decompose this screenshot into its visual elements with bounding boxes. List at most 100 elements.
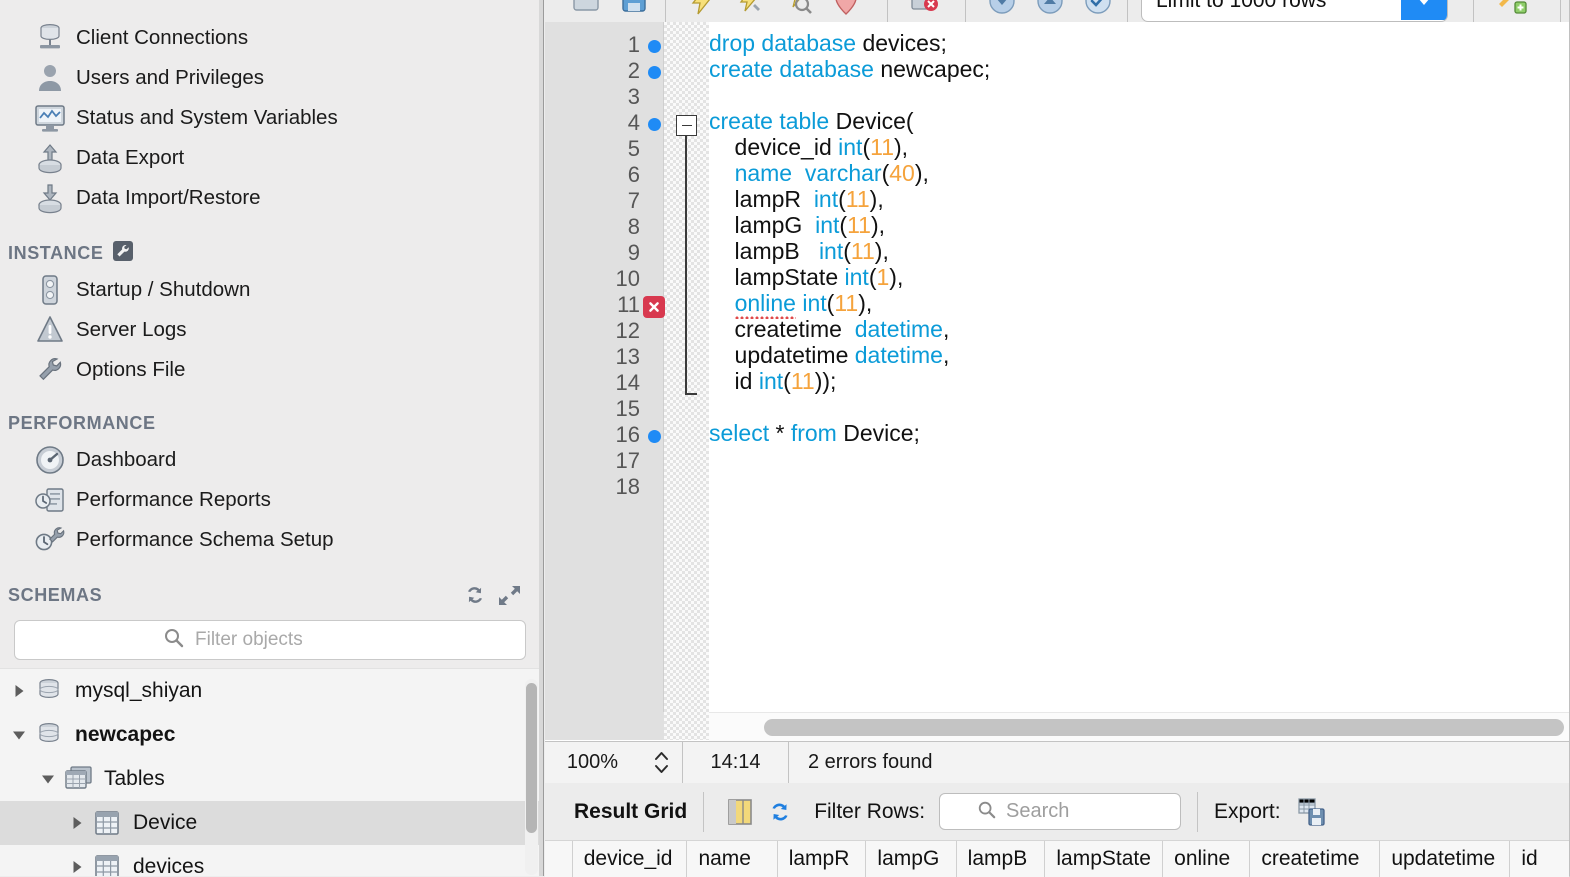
table-icon <box>90 809 124 837</box>
explain-button[interactable] <box>781 0 815 18</box>
commit-button[interactable] <box>985 0 1019 18</box>
code-token: int <box>802 290 827 316</box>
filter-objects-box[interactable] <box>14 620 526 660</box>
refresh-icon[interactable] <box>760 798 800 826</box>
code-token: int <box>818 238 844 264</box>
code-token: ), <box>869 186 884 212</box>
wand-plus-icon[interactable] <box>1495 0 1529 18</box>
error-marker-icon[interactable] <box>643 296 665 318</box>
filter-rows-label: Filter Rows: <box>814 799 926 823</box>
line-number: 8 <box>627 214 640 239</box>
code-line: lampG int(11), <box>709 212 885 239</box>
traffic-light-icon <box>30 273 70 307</box>
code-token: newcapec; <box>880 56 991 82</box>
sql-code-editor[interactable]: drop database devices; create database ne… <box>545 22 1570 712</box>
code-token: ( <box>862 134 871 160</box>
chevron-down-icon[interactable] <box>1401 0 1447 20</box>
line-number: 9 <box>627 240 640 265</box>
user-icon <box>30 61 70 95</box>
editor-horizontal-scrollbar-thumb[interactable] <box>764 719 1564 736</box>
chevron-down-icon[interactable] <box>6 726 32 744</box>
sidebar-item-label: Options File <box>76 358 186 381</box>
line-number: 12 <box>615 318 640 343</box>
grid-column-header[interactable]: createtime <box>1250 841 1381 877</box>
editor-code-area[interactable]: drop database devices; create database ne… <box>709 22 1570 712</box>
zoom-stepper[interactable] <box>640 751 682 774</box>
code-line: createtime datetime, <box>709 316 950 343</box>
editor-status-bar: 100% 14:14 2 errors found <box>545 741 1570 784</box>
sidebar-item-performance-schema-setup[interactable]: Performance Schema Setup <box>0 520 544 560</box>
sidebar-item-users-and-privileges[interactable]: Users and Privileges <box>0 58 544 98</box>
instance-item-list: Startup / Shutdown Server Logs Options Fil… <box>0 270 544 390</box>
chevron-right-icon[interactable] <box>64 858 90 876</box>
search-icon <box>163 627 184 653</box>
tree-item-label: devices <box>133 855 205 876</box>
sidebar-item-data-export[interactable]: Data Export <box>0 138 544 178</box>
sidebar-item-performance-reports[interactable]: Performance Reports <box>0 480 544 520</box>
tree-item-devices[interactable]: devices <box>0 845 544 876</box>
code-token: ( <box>843 238 851 264</box>
code-token: int <box>844 264 869 290</box>
chevron-right-icon[interactable] <box>6 682 32 700</box>
grid-column-header[interactable]: updatetime <box>1380 841 1511 877</box>
fold-collapse-button[interactable] <box>676 115 697 136</box>
grid-column-header[interactable]: id <box>1510 841 1570 877</box>
grid-column-header[interactable]: online <box>1163 841 1251 877</box>
execute-current-button[interactable] <box>733 0 767 18</box>
sidebar-item-options-file[interactable]: Options File <box>0 350 544 390</box>
grid-view-icon[interactable] <box>720 797 760 827</box>
filter-rows-input[interactable] <box>1004 799 1144 824</box>
warning-triangle-icon <box>30 313 70 347</box>
stop-button[interactable] <box>829 0 863 18</box>
sidebar-item-label: Performance Schema Setup <box>76 528 334 551</box>
rollback-button[interactable] <box>1033 0 1067 18</box>
performance-section-title: PERFORMANCE <box>8 412 156 433</box>
code-token: * <box>775 420 791 446</box>
wrench-badge-icon <box>112 240 134 267</box>
toggle-stop-on-error-button[interactable] <box>907 0 941 18</box>
expand-arrows-icon[interactable] <box>492 583 526 608</box>
export-label: Export: <box>1214 799 1281 823</box>
grid-column-header[interactable]: name <box>687 841 778 877</box>
schema-tree-scrollbar-thumb[interactable] <box>526 683 537 833</box>
grid-column-header[interactable]: device_id <box>573 841 688 877</box>
tree-item-label: Device <box>133 811 198 834</box>
sidebar-item-startup-shutdown[interactable]: Startup / Shutdown <box>0 270 544 310</box>
tree-item-newcapec[interactable]: newcapec <box>0 713 544 757</box>
code-token: name <box>734 160 793 186</box>
toolbar-group-stop-on-error <box>907 0 941 22</box>
grid-column-header[interactable]: lampR <box>778 841 867 877</box>
result-grid-toolbar: Result Grid Filter Rows: Search Export: <box>545 783 1570 841</box>
code-token: createtime <box>709 316 855 342</box>
chevron-right-icon[interactable] <box>64 814 90 832</box>
line-number: 18 <box>615 474 640 499</box>
chevron-down-icon[interactable] <box>35 770 61 788</box>
refresh-icon[interactable] <box>458 582 492 608</box>
grid-row-number-header <box>545 841 573 877</box>
editor-horizontal-scrollbar[interactable] <box>709 712 1570 741</box>
sidebar-item-partial-above[interactable] <box>0 0 544 18</box>
sidebar-item-status-and-system-variables[interactable]: Status and System Variables <box>0 98 544 138</box>
new-tab-button[interactable] <box>569 0 603 18</box>
sidebar-item-server-logs[interactable]: Server Logs <box>0 310 544 350</box>
tree-item-device[interactable]: Device <box>0 801 544 845</box>
export-save-icon[interactable] <box>1291 796 1331 828</box>
result-toolbar-divider-1 <box>703 791 705 832</box>
grid-column-header[interactable]: lampState <box>1045 841 1164 877</box>
sidebar-item-dashboard[interactable]: Dashboard <box>0 440 544 480</box>
tree-item-tables[interactable]: Tables <box>0 757 544 801</box>
schema-tree-scrollbar[interactable] <box>525 679 538 875</box>
grid-column-header[interactable]: lampB <box>957 841 1046 877</box>
sidebar-item-data-import-restore[interactable]: Data Import/Restore <box>0 178 544 218</box>
filter-objects-input[interactable] <box>193 628 377 652</box>
wrench-icon <box>30 353 70 387</box>
limit-rows-select[interactable]: Limit to 1000 rows <box>1141 0 1448 22</box>
grid-column-header[interactable]: lampG <box>866 841 957 877</box>
open-script-button[interactable] <box>617 0 651 18</box>
tree-item-mysql-shiyan[interactable]: mysql_shiyan <box>0 669 544 713</box>
filter-rows-search-box[interactable] <box>939 793 1182 830</box>
sidebar-item-client-connections[interactable]: Client Connections <box>0 18 544 58</box>
execute-button[interactable] <box>685 0 719 18</box>
autocommit-check-icon[interactable] <box>1081 0 1115 18</box>
administration-item-list: Client Connections Users and Privileges St… <box>0 18 544 218</box>
